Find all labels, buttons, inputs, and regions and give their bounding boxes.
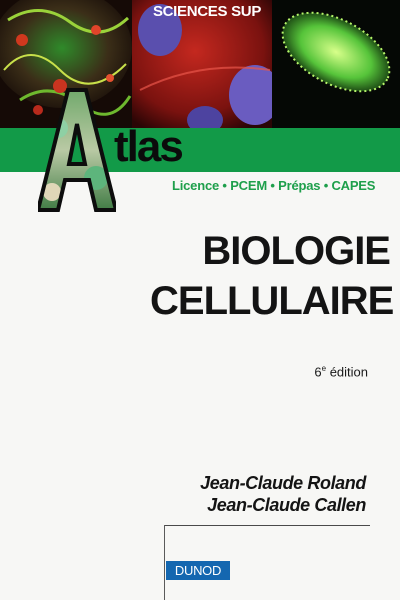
author-name: Jean-Claude Roland <box>200 473 366 493</box>
series-label: SCIENCES SUP <box>152 3 262 20</box>
book-cover: SCIENCES SUP tlas Licence • PCEM • Prépa… <box>0 0 400 600</box>
edition-number: 6 <box>314 364 322 380</box>
collection-name: tlas <box>114 122 184 171</box>
edition-word: édition <box>326 364 368 380</box>
audience-line: Licence • PCEM • Prépas • CAPES <box>172 178 376 193</box>
title-line: BIOLOGIE <box>202 229 391 273</box>
title-line: CELLULAIRE <box>150 279 394 323</box>
author-name: Jean-Claude Callen <box>207 495 366 515</box>
divider-horizontal <box>164 525 370 526</box>
publisher-logo: DUNOD <box>166 561 230 580</box>
atlas-a-logo-icon <box>35 88 119 217</box>
green-paramecium-image <box>272 0 400 128</box>
divider-vertical <box>164 525 165 600</box>
edition-label: 6e édition <box>280 360 368 380</box>
authors: Jean-Claude Roland Jean-Claude Callen <box>150 472 366 516</box>
book-title: BIOLOGIE CELLULAIRE <box>150 226 394 326</box>
